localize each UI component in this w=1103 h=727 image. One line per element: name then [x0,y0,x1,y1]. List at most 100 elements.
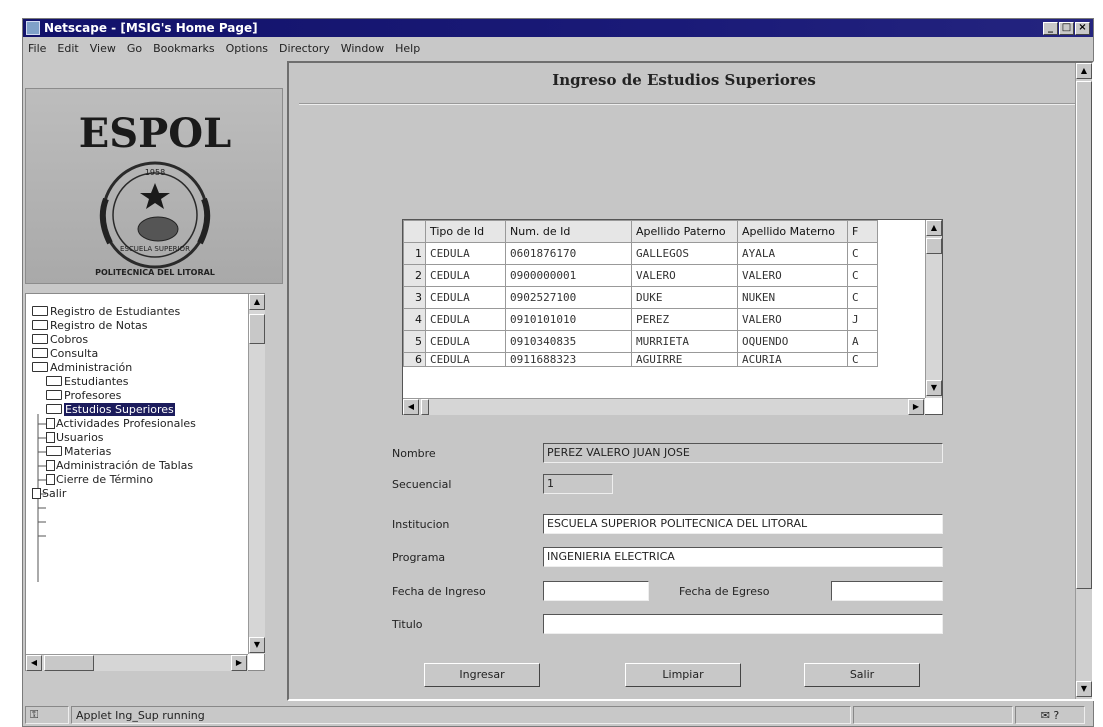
column-header[interactable]: F [847,220,878,243]
table-cell[interactable]: J [847,308,878,331]
scroll-thumb[interactable] [1076,81,1092,589]
fecha-egreso-field[interactable] [831,581,943,601]
table-cell[interactable]: DUKE [631,286,738,309]
column-header[interactable]: Apellido Paterno [631,220,738,243]
institucion-field[interactable]: ESCUELA SUPERIOR POLITECNICA DEL LITORAL [543,514,943,534]
table-cell[interactable]: C [847,242,878,265]
scroll-left-icon[interactable]: ◀ [26,655,42,671]
security-key-icon[interactable]: ⚿ [25,706,69,724]
tree-item-materias[interactable]: Materias [46,444,111,458]
table-cell[interactable]: PEREZ [631,308,738,331]
table-cell[interactable]: CEDULA [425,308,506,331]
menu-options[interactable]: Options [225,42,269,55]
table-cell[interactable]: 0902527100 [505,286,632,309]
grid-vertical-scrollbar[interactable]: ▲ ▼ [925,220,942,398]
table-cell[interactable]: OQUENDO [737,330,848,353]
table-cell[interactable]: GALLEGOS [631,242,738,265]
minimize-button[interactable]: _ [1043,21,1058,35]
table-row[interactable]: 5 CEDULA 0910340835 MURRIETA OQUENDO A [403,330,878,353]
table-cell[interactable]: MURRIETA [631,330,738,353]
tree-item-consulta[interactable]: Consulta [32,346,98,360]
scroll-down-icon[interactable]: ▼ [926,380,942,396]
table-cell[interactable]: A [847,330,878,353]
tree-item-usuarios[interactable]: Usuarios [46,430,104,444]
scroll-thumb[interactable] [249,314,265,344]
table-row[interactable]: 1 CEDULA 0601876170 GALLEGOS AYALA C [403,242,878,265]
ingresar-button[interactable]: Ingresar [424,663,540,687]
limpiar-button[interactable]: Limpiar [625,663,741,687]
tree-item-registro-estudiantes[interactable]: Registro de Estudiantes [32,304,180,318]
tree-item-cierre-termino[interactable]: Cierre de Término [46,472,153,486]
menu-window[interactable]: Window [340,42,385,55]
grid-horizontal-scrollbar[interactable]: ◀ ▶ [403,398,925,415]
table-cell[interactable]: C [847,264,878,287]
table-cell[interactable]: AGUIRRE [631,352,738,367]
table-cell[interactable]: ACURIA [737,352,848,367]
menu-file[interactable]: File [27,42,47,55]
tree-horizontal-scrollbar[interactable]: ◀ ▶ [26,654,248,671]
table-cell[interactable]: AYALA [737,242,848,265]
tree-item-profesores[interactable]: Profesores [46,388,121,402]
table-cell[interactable]: CEDULA [425,330,506,353]
tree-item-estudiantes[interactable]: Estudiantes [46,374,129,388]
table-cell[interactable]: C [847,286,878,309]
column-header[interactable]: Num. de Id [505,220,632,243]
tree-item-registro-notas[interactable]: Registro de Notas [32,318,148,332]
close-button[interactable]: × [1075,21,1090,35]
menu-bookmarks[interactable]: Bookmarks [152,42,215,55]
tree-item-actividades-profesionales[interactable]: Actividades Profesionales [46,416,196,430]
column-header[interactable]: Tipo de Id [425,220,506,243]
scroll-down-icon[interactable]: ▼ [249,637,265,653]
table-cell[interactable]: CEDULA [425,242,506,265]
menu-edit[interactable]: Edit [56,42,79,55]
column-header[interactable]: Apellido Materno [737,220,848,243]
table-cell[interactable]: 0910101010 [505,308,632,331]
table-cell[interactable]: 0911688323 [505,352,632,367]
scroll-right-icon[interactable]: ▶ [231,655,247,671]
table-row[interactable]: 4 CEDULA 0910101010 PEREZ VALERO J [403,308,878,331]
scroll-up-icon[interactable]: ▲ [926,220,942,236]
row-number: 3 [403,286,426,309]
table-row[interactable]: 3 CEDULA 0902527100 DUKE NUKEN C [403,286,878,309]
table-cell[interactable]: NUKEN [737,286,848,309]
salir-button[interactable]: Salir [804,663,920,687]
table-cell[interactable]: 0601876170 [505,242,632,265]
table-cell[interactable]: CEDULA [425,286,506,309]
programa-field[interactable]: INGENIERIA ELECTRICA [543,547,943,567]
tree-item-cobros[interactable]: Cobros [32,332,88,346]
menu-go[interactable]: Go [126,42,143,55]
table-cell[interactable]: C [847,352,878,367]
scroll-up-icon[interactable]: ▲ [1076,63,1092,79]
content-vertical-scrollbar[interactable]: ▲ ▼ [1075,63,1092,699]
table-row[interactable]: 2 CEDULA 0900000001 VALERO VALERO C [403,264,878,287]
scroll-thumb[interactable] [926,238,942,254]
menu-help[interactable]: Help [394,42,421,55]
scroll-thumb-horizontal[interactable] [44,655,94,671]
menu-view[interactable]: View [89,42,117,55]
title-bar[interactable]: Netscape - [MSIG's Home Page] _ □ × [23,19,1093,37]
fecha-ingreso-field[interactable] [543,581,649,601]
table-cell[interactable]: 0910340835 [505,330,632,353]
table-cell[interactable]: CEDULA [425,264,506,287]
scroll-left-icon[interactable]: ◀ [403,399,419,415]
tree-item-administracion-tablas[interactable]: Administración de Tablas [46,458,193,472]
table-row[interactable]: 6 CEDULA 0911688323 AGUIRRE ACURIA C [403,352,878,367]
tree-vertical-scrollbar[interactable]: ▲ ▼ [248,294,265,654]
scroll-up-icon[interactable]: ▲ [249,294,265,310]
scroll-right-icon[interactable]: ▶ [908,399,924,415]
table-cell[interactable]: VALERO [737,308,848,331]
tree-item-salir[interactable]: Salir [32,486,66,500]
table-cell[interactable]: VALERO [631,264,738,287]
maximize-button[interactable]: □ [1059,21,1074,35]
tree-item-estudios-superiores[interactable]: Estudios Superiores [46,402,175,416]
students-grid[interactable]: Tipo de Id Num. de Id Apellido Paterno A… [402,219,943,415]
mail-icon[interactable]: ✉ ? [1015,706,1085,724]
table-cell[interactable]: CEDULA [425,352,506,367]
scroll-thumb-horizontal[interactable] [421,399,429,415]
menu-directory[interactable]: Directory [278,42,331,55]
tree-item-administracion[interactable]: Administración [32,360,132,374]
titulo-field[interactable] [543,614,943,634]
scroll-down-icon[interactable]: ▼ [1076,681,1092,697]
table-cell[interactable]: 0900000001 [505,264,632,287]
table-cell[interactable]: VALERO [737,264,848,287]
